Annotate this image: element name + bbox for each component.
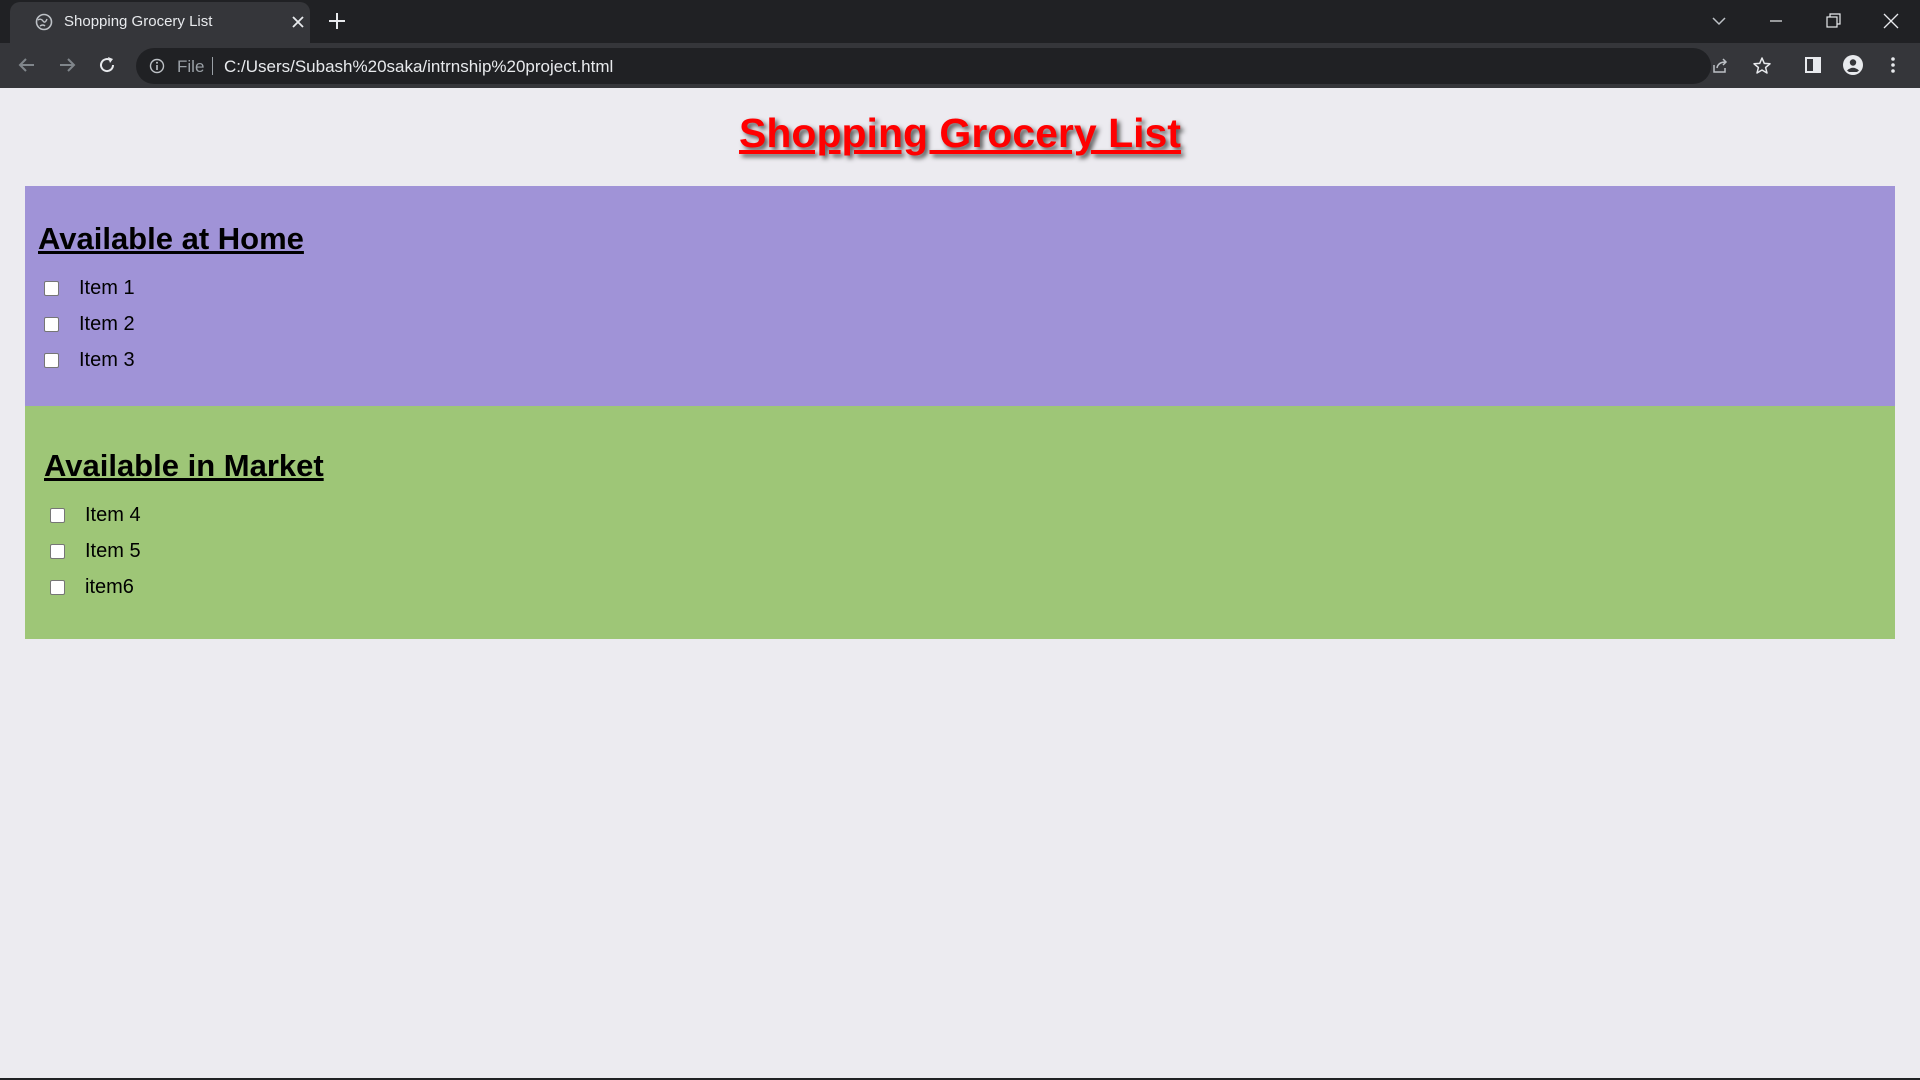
section-available-in-market: Available in Market Item 4 Item 5 item6 [25, 406, 1895, 639]
minimize-icon[interactable] [1765, 10, 1787, 32]
browser-toolbar: File C:/Users/Subash%20saka/intrnship%20… [0, 43, 1920, 88]
tab-title: Shopping Grocery List [64, 13, 213, 30]
list-item-item-3[interactable]: Item 3 [44, 349, 135, 372]
item-label: Item 5 [85, 540, 141, 562]
plus-icon[interactable] [327, 11, 347, 31]
item-checkbox[interactable] [50, 508, 65, 523]
address-bar[interactable]: File C:/Users/Subash%20saka/intrnship%20… [136, 48, 1771, 84]
list-item-item6[interactable]: item6 [50, 576, 134, 599]
item-label: item6 [85, 576, 134, 598]
item-checkbox[interactable] [50, 580, 65, 595]
profile-icon[interactable] [1842, 54, 1864, 76]
url-scheme-label: File [177, 57, 205, 76]
close-window-icon[interactable] [1880, 10, 1902, 32]
item-checkbox[interactable] [44, 281, 59, 296]
page-content: Shopping Grocery List Available at Home … [0, 88, 1920, 1078]
list-item-item-4[interactable]: Item 4 [50, 504, 141, 527]
item-label: Item 1 [79, 277, 135, 299]
restore-icon[interactable] [1822, 10, 1844, 32]
chevron-down-icon[interactable] [1708, 10, 1730, 32]
section-heading-home: Available at Home [38, 221, 304, 256]
list-item-item-5[interactable]: Item 5 [50, 540, 141, 563]
kebab-menu-icon[interactable] [1882, 54, 1904, 76]
globe-icon [35, 13, 53, 31]
item-checkbox[interactable] [50, 544, 65, 559]
list-item-item-2[interactable]: Item 2 [44, 313, 135, 336]
tab-strip: Shopping Grocery List [0, 0, 1920, 43]
close-icon[interactable] [290, 14, 306, 30]
section-available-at-home: Available at Home Item 1 Item 2 Item 3 [25, 186, 1895, 406]
item-label: Item 3 [79, 349, 135, 371]
side-panel-icon[interactable] [1802, 54, 1824, 76]
item-label: Item 2 [79, 313, 135, 335]
item-label: Item 4 [85, 504, 141, 526]
star-icon[interactable] [1752, 56, 1772, 76]
item-checkbox[interactable] [44, 317, 59, 332]
browser-tab[interactable]: Shopping Grocery List [10, 2, 310, 43]
url-text[interactable]: C:/Users/Subash%20saka/intrnship%20proje… [224, 57, 613, 77]
share-icon[interactable] [1711, 57, 1729, 75]
omnibox-divider [212, 57, 213, 75]
reload-icon[interactable] [96, 54, 118, 76]
list-item-item-1[interactable]: Item 1 [44, 277, 135, 300]
section-heading-market: Available in Market [44, 448, 324, 483]
page-title: Shopping Grocery List [739, 110, 1181, 156]
item-checkbox[interactable] [44, 353, 59, 368]
forward-arrow-icon[interactable] [56, 54, 78, 76]
info-icon[interactable] [149, 58, 165, 74]
back-arrow-icon[interactable] [16, 54, 38, 76]
